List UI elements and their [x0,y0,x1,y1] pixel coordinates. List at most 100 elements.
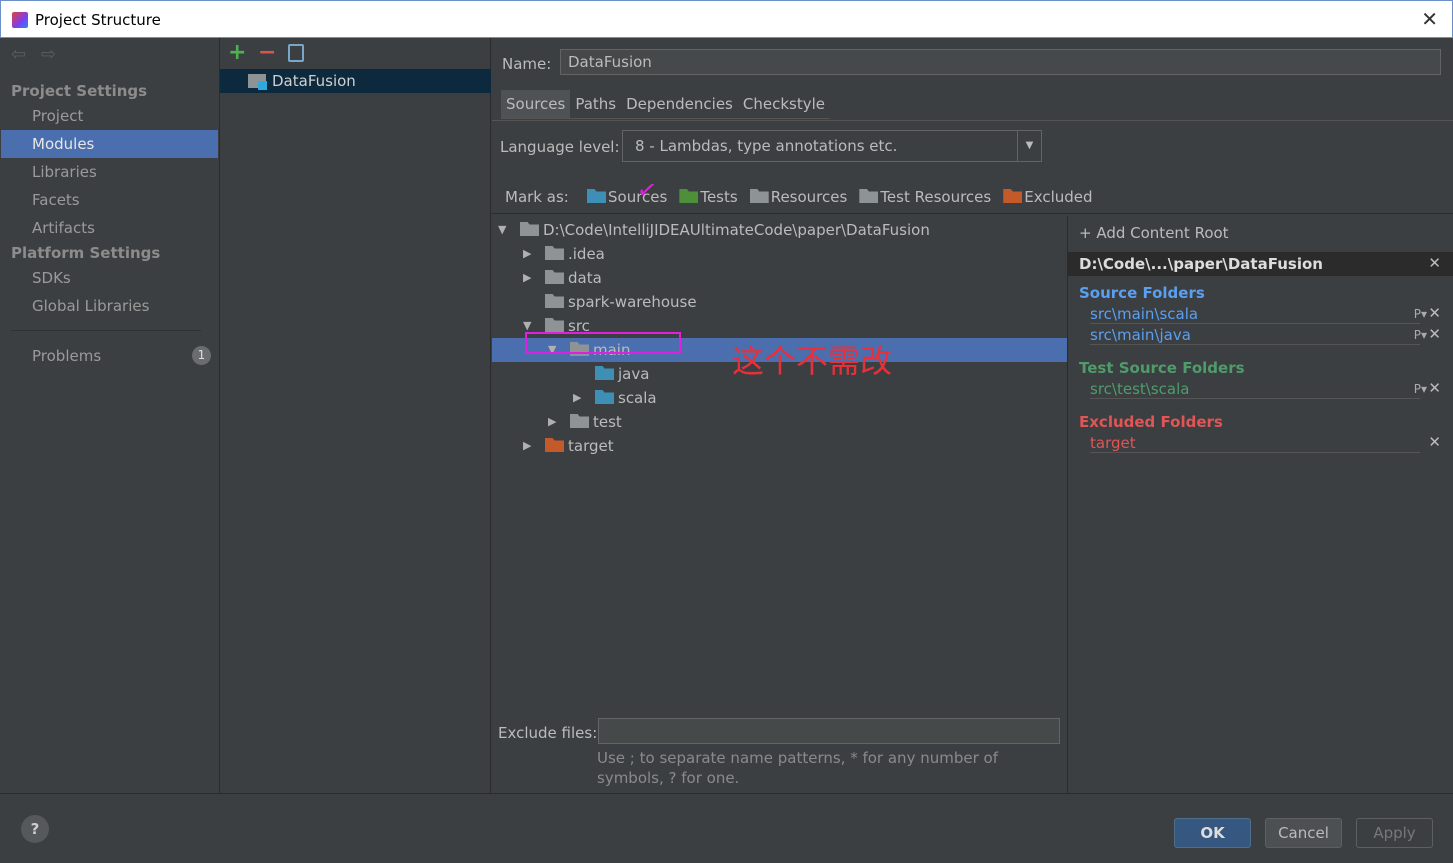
sidebar-item-global-libraries[interactable]: Global Libraries [1,292,218,320]
sidebar-item-artifacts[interactable]: Artifacts [1,214,218,242]
tree-row[interactable]: ▶ .idea [492,242,1067,266]
exclude-hint: Use ; to separate name patterns, * for a… [597,749,998,787]
tree-row[interactable]: ▶ test [492,410,1067,434]
ok-button[interactable]: OK [1174,818,1251,848]
exclude-files-input[interactable] [598,718,1060,744]
mark-as-buttons: Sources Tests Resources Test Resources Exclu… [587,188,1093,206]
forward-arrow-icon[interactable]: ⇨ [41,44,56,65]
window-title: Project Structure [35,11,161,29]
folder-icon [595,390,614,404]
tab-paths[interactable]: Paths [570,90,621,118]
tree-row[interactable]: spark-warehouse [492,290,1067,314]
sidebar-item-modules[interactable]: Modules [1,130,218,158]
folder-icon [679,189,699,203]
language-level-value: 8 - Lambdas, type annotations etc. [635,137,898,155]
excluded-folder-item[interactable]: target [1090,434,1420,453]
dialog-footer: ? OK Cancel Apply [0,793,1453,863]
sidebar-item-sdks[interactable]: SDKs [1,264,218,292]
package-prefix-icon[interactable]: P▾ [1414,382,1427,396]
folder-icon [545,270,564,284]
remove-folder-icon[interactable]: ✕ [1428,325,1441,343]
remove-folder-icon[interactable]: ✕ [1428,379,1441,397]
expand-right-icon[interactable]: ▶ [573,386,581,410]
add-content-root-button[interactable]: + Add Content Root [1079,224,1229,242]
sidebar-item-facets[interactable]: Facets [1,186,218,214]
tab-sources[interactable]: Sources [501,90,571,118]
tab-dependencies[interactable]: Dependencies [621,90,738,118]
mark-as-tests-button[interactable]: Tests [679,188,738,206]
add-content-root-label: Add Content Root [1096,224,1229,242]
test-folder-item[interactable]: src\test\scala [1090,380,1420,399]
sidebar-item-libraries[interactable]: Libraries [1,158,218,186]
expand-right-icon[interactable]: ▶ [523,242,531,266]
name-label: Name: [502,55,552,73]
tree-node-label: data [568,269,602,287]
tree-node-label: java [618,365,650,383]
folder-icon [545,246,564,260]
content-root-header: D:\Code\...\paper\DataFusion ✕ [1068,252,1453,276]
problems-count-badge: 1 [192,346,211,365]
tree-node-label: spark-warehouse [568,293,697,311]
package-prefix-icon[interactable]: P▾ [1414,328,1427,342]
remove-content-root-icon[interactable]: ✕ [1428,254,1441,272]
language-level-select[interactable]: 8 - Lambdas, type annotations etc. ▼ [622,130,1042,162]
folder-icon [595,366,614,380]
folder-icon [545,318,564,332]
content-tree[interactable]: ▼ D:\Code\IntelliJIDEAUltimateCode\paper\… [492,216,1067,791]
mark-label: Test Resources [880,188,992,206]
back-arrow-icon[interactable]: ⇦ [11,44,26,65]
modules-panel: + − DataFusion [219,38,491,793]
sidebar-item-project[interactable]: Project [1,102,218,130]
cancel-button[interactable]: Cancel [1265,818,1342,848]
chevron-down-icon[interactable]: ▼ [1017,131,1041,161]
remove-folder-icon[interactable]: ✕ [1428,304,1441,322]
source-folder-item[interactable]: src\main\scala [1090,305,1420,324]
apply-button[interactable]: Apply [1356,818,1433,848]
tree-node-label: .idea [568,245,605,263]
mark-label: Resources [770,188,848,206]
copy-module-icon[interactable] [288,44,304,62]
mark-as-excluded-button[interactable]: Excluded [1003,188,1093,206]
tree-node-label: target [568,437,614,455]
tree-node-label: scala [618,389,657,407]
expand-right-icon[interactable]: ▶ [523,266,531,290]
title-bar: Project Structure ✕ [0,0,1453,38]
folder-icon [545,294,564,308]
tree-row[interactable]: ▶ data [492,266,1067,290]
folder-icon [859,189,879,203]
intellij-logo-icon [12,12,28,28]
sidebar-item-problems[interactable]: Problems [1,342,218,370]
expand-down-icon[interactable]: ▼ [498,218,506,242]
divider [492,120,1453,121]
module-editor: Name: DataFusion Sources Paths Dependenc… [492,38,1453,793]
help-button[interactable]: ? [21,815,49,843]
module-name: DataFusion [272,72,356,90]
source-folder-item[interactable]: src\main\java [1090,326,1420,345]
project-settings-header: Project Settings [11,82,148,100]
language-level-label: Language level: [500,138,620,156]
tree-row[interactable]: ▶ scala [492,386,1067,410]
content-root-path: D:\Code\...\paper\DataFusion [1079,255,1323,273]
folder-icon [1003,189,1023,203]
package-prefix-icon[interactable]: P▾ [1414,307,1427,321]
tree-row[interactable]: ▶ target [492,434,1067,458]
mark-label: Tests [700,188,738,206]
mark-as-resources-button[interactable]: Resources [749,188,848,206]
sidebar: ⇦ ⇨ Project Settings Project Modules Lib… [1,38,218,793]
tree-row[interactable]: ▼ D:\Code\IntelliJIDEAUltimateCode\paper\… [492,218,1067,242]
divider [11,330,201,331]
close-window-button[interactable]: ✕ [1421,7,1438,31]
module-item-datafusion[interactable]: DataFusion [220,69,491,93]
mark-as-test-resources-button[interactable]: Test Resources [859,188,991,206]
module-name-input[interactable]: DataFusion [560,49,1441,75]
expand-right-icon[interactable]: ▶ [523,434,531,458]
add-module-button[interactable]: + [228,40,246,65]
tab-checkstyle[interactable]: Checkstyle [738,90,830,118]
remove-module-button[interactable]: − [258,40,276,65]
annotation-box [525,332,681,354]
expand-right-icon[interactable]: ▶ [548,410,556,434]
content-root-panel: + Add Content Root D:\Code\...\paper\Dat… [1067,216,1453,793]
divider [492,213,1453,214]
remove-folder-icon[interactable]: ✕ [1428,433,1441,451]
source-folders-title: Source Folders [1079,284,1205,302]
